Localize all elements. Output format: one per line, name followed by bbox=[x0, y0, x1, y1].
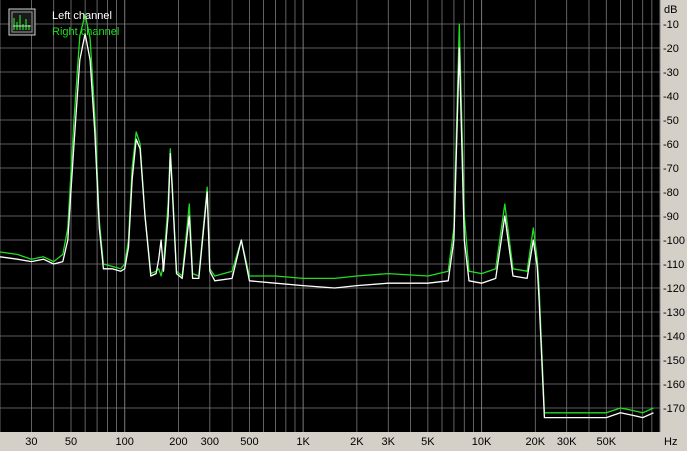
y-tick-label: -40 bbox=[663, 91, 679, 103]
y-tick-label: -80 bbox=[663, 187, 679, 199]
spectrum-chart: 30 50 100 200 300 500 1K 2K 3K 5K 10K 20K 30K 50K -10… bbox=[0, 0, 687, 451]
y-tick-label: -20 bbox=[663, 43, 679, 55]
y-tick-label: -160 bbox=[663, 379, 685, 391]
x-tick-label: 300 bbox=[201, 436, 219, 448]
y-tick-label: -170 bbox=[663, 403, 685, 415]
x-tick-label: 200 bbox=[169, 436, 187, 448]
x-tick-label: 1K bbox=[296, 436, 310, 448]
y-tick-label: -30 bbox=[663, 67, 679, 79]
x-tick-label: 10K bbox=[472, 436, 492, 448]
x-tick-label: 500 bbox=[240, 436, 258, 448]
x-tick-label: 2K bbox=[350, 436, 364, 448]
y-tick-label: -150 bbox=[663, 355, 685, 367]
x-tick-label: 50K bbox=[596, 436, 616, 448]
y-tick-label: -90 bbox=[663, 211, 679, 223]
y-tick-label: -130 bbox=[663, 307, 685, 319]
x-tick-label: 20K bbox=[525, 436, 545, 448]
spectrum-analyzer-window: 30 50 100 200 300 500 1K 2K 3K 5K 10K 20K 30K 50K -10… bbox=[0, 0, 687, 451]
x-tick-label: 50 bbox=[65, 436, 77, 448]
y-tick-label: -10 bbox=[663, 19, 679, 31]
y-tick-label: -110 bbox=[663, 259, 684, 271]
spectrum-icon bbox=[8, 8, 36, 36]
y-tick-label: -60 bbox=[663, 139, 679, 151]
x-tick-label: 5K bbox=[421, 436, 435, 448]
x-axis-unit-label: Hz bbox=[664, 436, 677, 448]
x-tick-label: 30K bbox=[557, 436, 577, 448]
x-tick-label: 100 bbox=[116, 436, 134, 448]
y-tick-label: -120 bbox=[663, 283, 685, 295]
y-tick-label: -100 bbox=[663, 235, 685, 247]
y-axis-unit-label: dB bbox=[664, 4, 677, 16]
y-tick-label: -50 bbox=[663, 115, 679, 127]
y-tick-label: -140 bbox=[663, 331, 685, 343]
legend-right-channel: Right channel bbox=[52, 26, 119, 38]
legend-left-channel: Left channel bbox=[52, 10, 112, 22]
x-tick-label: 30 bbox=[25, 436, 37, 448]
x-tick-label: 3K bbox=[382, 436, 396, 448]
y-tick-label: -70 bbox=[663, 163, 679, 175]
